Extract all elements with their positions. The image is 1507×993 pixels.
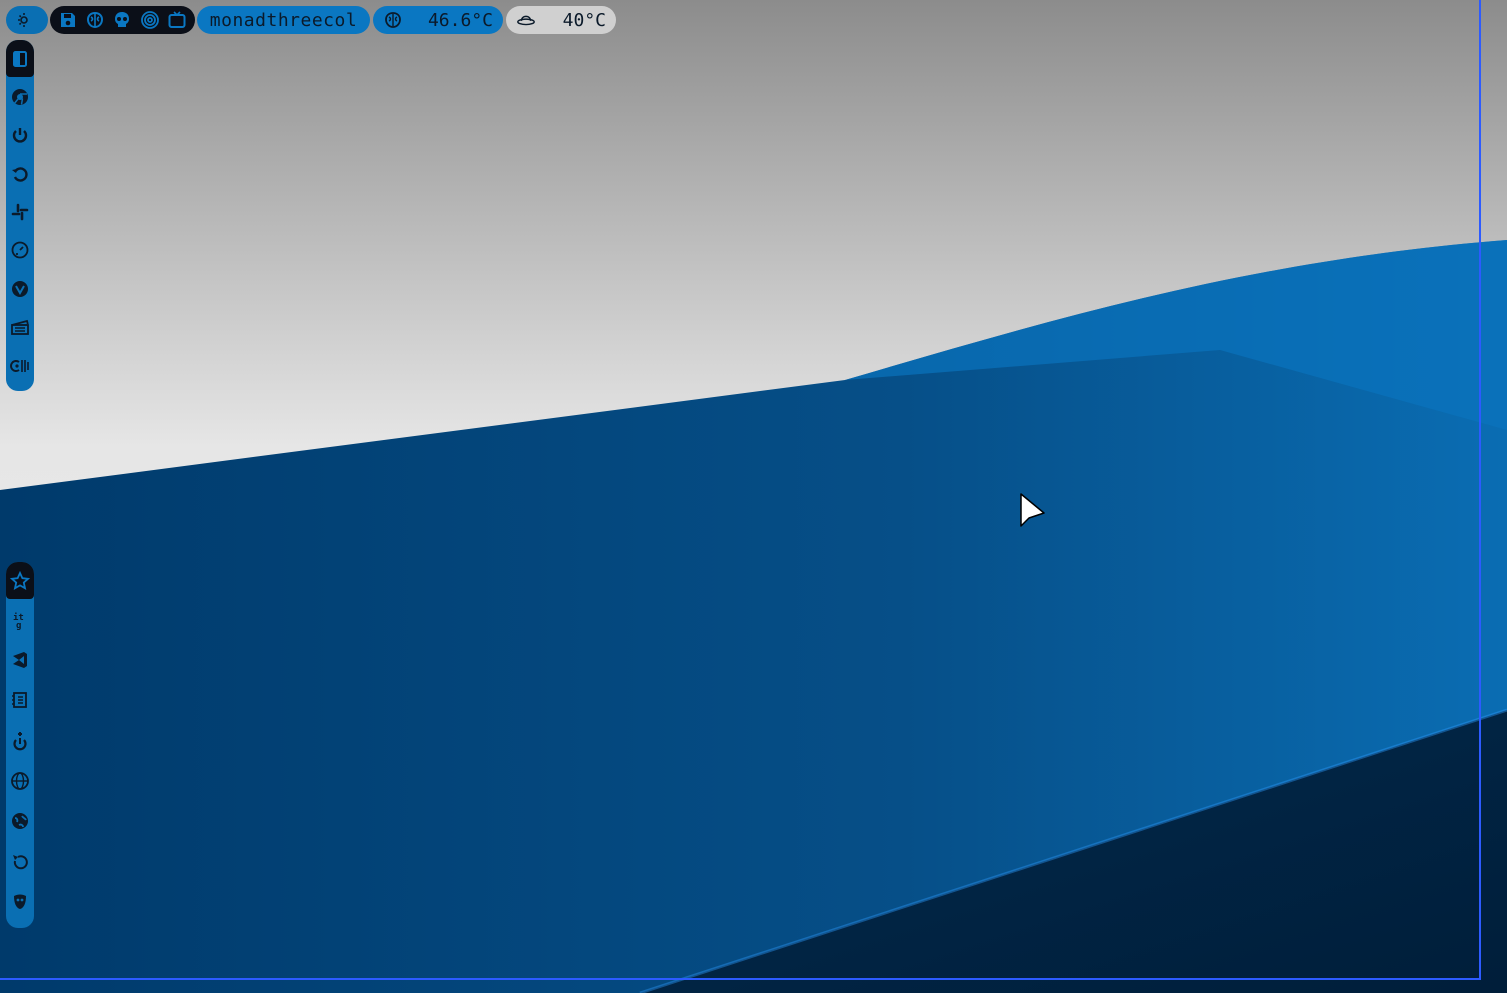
dock-item-restart[interactable] — [6, 841, 34, 881]
restart-icon — [13, 854, 28, 869]
dock-bottom: it g — [6, 562, 34, 928]
dock-item-mask[interactable] — [6, 882, 34, 922]
brain-icon — [87, 11, 104, 29]
earth-icon — [12, 813, 28, 830]
layout-indicator[interactable]: monadthreecol — [197, 6, 370, 34]
refresh-icon — [12, 166, 28, 182]
target-app-button[interactable] — [139, 9, 161, 31]
dock-item-visual-studio[interactable] — [6, 640, 34, 680]
dock-top — [6, 40, 34, 391]
clapperboard-icon — [11, 320, 29, 336]
layout-name: monadthreecol — [209, 9, 358, 31]
skull-icon — [115, 12, 130, 27]
brain-app-button[interactable] — [84, 9, 106, 31]
notebook-icon — [12, 692, 27, 709]
cpu-temp-value: 46.6°C — [427, 9, 493, 31]
dock-top-active-item[interactable] — [6, 40, 34, 78]
power-icon — [12, 128, 28, 143]
menu-button[interactable] — [6, 6, 48, 34]
app-launcher-group — [50, 6, 195, 34]
dock-item-refresh[interactable] — [6, 154, 34, 192]
target-icon — [140, 11, 159, 29]
dock-item-power-plus[interactable] — [6, 720, 34, 760]
dock-item-git[interactable]: it g — [6, 599, 34, 639]
dock-item-clock[interactable] — [6, 231, 34, 269]
svg-text:g: g — [16, 621, 21, 630]
weather-widget: 40°C — [506, 6, 616, 34]
cpu-temp-widget: 46.6°C — [373, 6, 503, 34]
dock-bottom-active-item[interactable] — [6, 562, 34, 600]
mask-icon — [14, 894, 26, 909]
chrome-icon — [12, 88, 28, 105]
dock-item-clapperboard[interactable] — [6, 308, 34, 346]
window-icon — [13, 50, 27, 67]
brain-icon — [385, 12, 401, 28]
dock-item-audio[interactable] — [6, 347, 34, 385]
slack-icon — [11, 203, 29, 221]
save-icon — [60, 13, 75, 27]
weather-temp-value: 40°C — [562, 9, 606, 31]
visual-studio-icon — [13, 651, 27, 668]
dock-item-globe[interactable] — [6, 761, 34, 801]
mouse-cursor-icon — [1020, 493, 1045, 527]
audio-icon — [10, 359, 29, 372]
save-app-button[interactable] — [57, 9, 79, 31]
dock-item-power[interactable] — [6, 116, 34, 154]
ufo-icon — [517, 15, 535, 26]
power-plus-icon — [13, 731, 27, 750]
dock-item-vivaldi[interactable] — [6, 270, 34, 308]
globe-icon — [11, 771, 29, 790]
skull-app-button[interactable] — [111, 9, 133, 31]
dock-item-slack[interactable] — [6, 193, 34, 231]
star-icon — [10, 570, 30, 590]
dock-item-notebook[interactable] — [6, 680, 34, 720]
dock-item-chrome[interactable] — [6, 77, 34, 115]
desktop-wallpaper — [0, 0, 1507, 993]
dock-item-earth[interactable] — [6, 801, 34, 841]
tv-icon — [168, 11, 186, 28]
git-icon: it g — [13, 612, 24, 630]
sun-moon-icon — [18, 13, 29, 27]
tv-app-button[interactable] — [166, 9, 188, 31]
clock-icon — [11, 242, 29, 259]
vivaldi-icon — [12, 280, 28, 297]
